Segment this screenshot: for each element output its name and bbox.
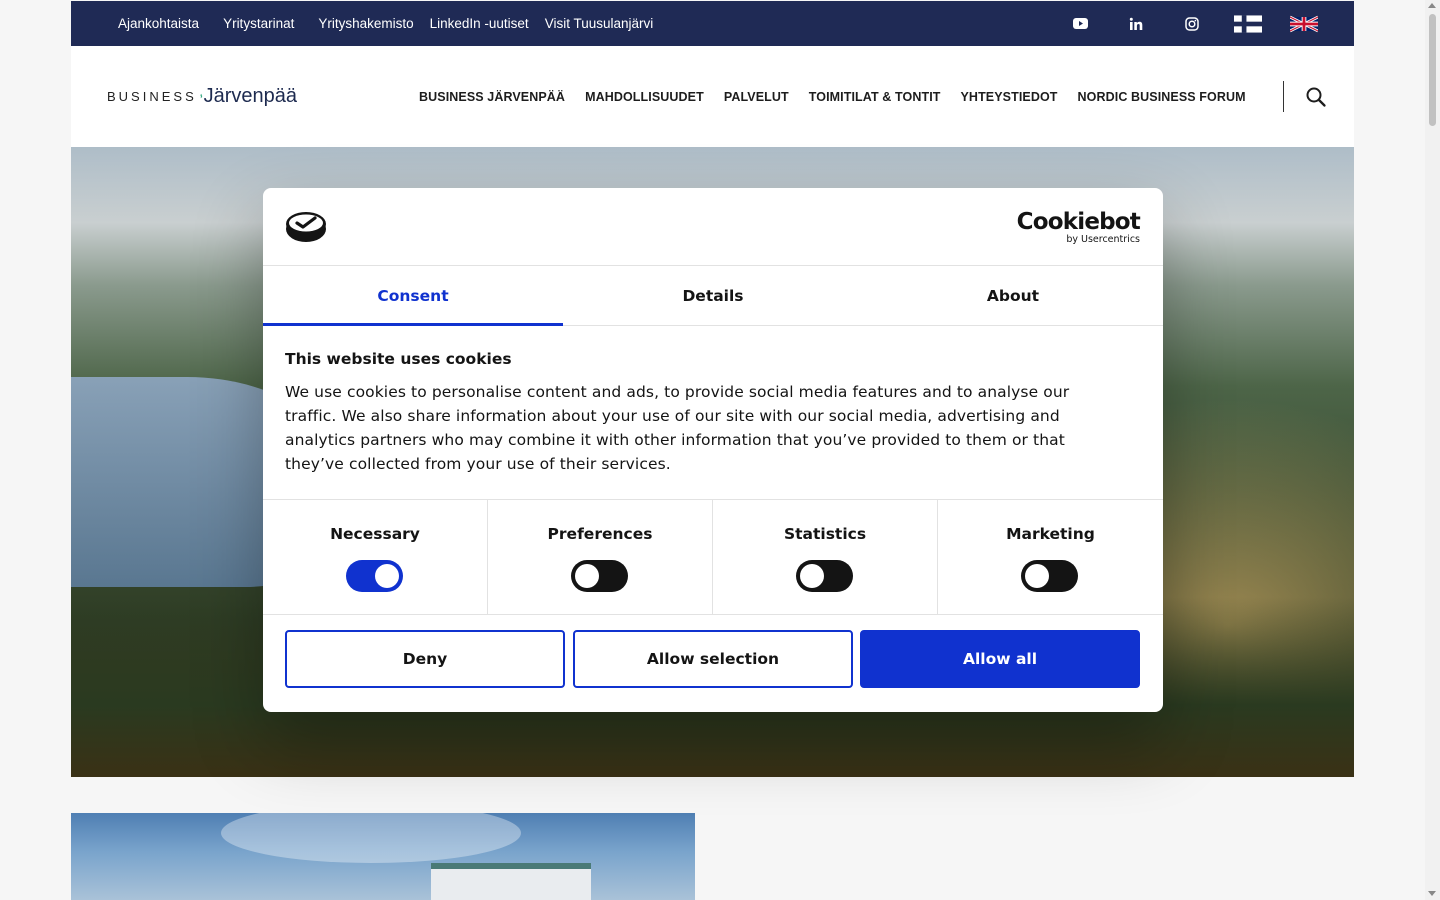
cookie-consent-dialog: Cookiebot by Usercentrics Consent Detail… [263, 188, 1163, 712]
top-link-yritystarinat[interactable]: Yritystarinat [223, 16, 294, 31]
page-scrollbar[interactable] [1425, 0, 1440, 900]
logo-city-text: Järvenpää [203, 84, 297, 107]
toggle-knob [575, 564, 599, 588]
top-utility-bar: Ajankohtaista Yritystarinat Yrityshakemi… [71, 1, 1354, 46]
top-links: Ajankohtaista Yritystarinat Yrityshakemi… [118, 1, 653, 46]
scroll-up-arrow-icon[interactable] [1428, 3, 1436, 8]
logo-business-text: BUSINESS [107, 88, 197, 104]
social-icons [1038, 1, 1318, 46]
marketing-toggle[interactable] [1021, 560, 1078, 592]
site-logo[interactable]: BUSINESS Järvenpää [107, 76, 297, 116]
nav-toimitilat-tontit[interactable]: TOIMITILAT & TONTIT [809, 90, 941, 104]
dialog-header: Cookiebot by Usercentrics [263, 188, 1163, 266]
main-navigation: BUSINESS JÄRVENPÄÄ MAHDOLLISUUDET PALVEL… [419, 46, 1266, 147]
building-photo [71, 813, 695, 900]
category-preferences: Preferences [488, 500, 713, 614]
dialog-actions: Deny Allow selection Allow all [285, 630, 1141, 688]
nav-mahdollisuudet[interactable]: MAHDOLLISUUDET [585, 90, 704, 104]
brand-subtitle: by Usercentrics [1066, 234, 1140, 245]
toggle-knob [1025, 564, 1049, 588]
category-label: Statistics [783, 525, 867, 543]
top-link-ajankohtaista[interactable]: Ajankohtaista [118, 16, 199, 31]
dialog-tabs: Consent Details About [263, 266, 1163, 326]
nav-nordic-business-forum[interactable]: NORDIC BUSINESS FORUM [1078, 90, 1246, 104]
top-link-linkedin-uutiset[interactable]: LinkedIn -uutiset [430, 16, 529, 31]
leaf-logo-icon [200, 93, 202, 99]
tab-details[interactable]: Details [563, 266, 863, 325]
category-label: Preferences [547, 525, 653, 543]
finnish-flag-icon[interactable] [1234, 10, 1262, 38]
nav-business-jarvenpaa[interactable]: BUSINESS JÄRVENPÄÄ [419, 90, 565, 104]
dialog-title: This website uses cookies [285, 350, 512, 368]
top-link-yrityshakemisto[interactable]: Yrityshakemisto [318, 16, 413, 31]
nav-yhteystiedot[interactable]: YHTEYSTIEDOT [961, 90, 1058, 104]
allow-selection-button[interactable]: Allow selection [573, 630, 853, 688]
toggle-knob [375, 564, 399, 588]
scroll-down-arrow-icon[interactable] [1428, 891, 1436, 896]
toggle-knob [800, 564, 824, 588]
instagram-icon[interactable] [1178, 10, 1206, 38]
deny-button[interactable]: Deny [285, 630, 565, 688]
brand-name: Cookiebot [1016, 209, 1141, 235]
tab-consent[interactable]: Consent [263, 266, 563, 326]
youtube-icon[interactable] [1066, 10, 1094, 38]
search-icon[interactable] [1305, 86, 1327, 108]
dialog-description: We use cookies to personalise content an… [285, 383, 1070, 473]
tab-about[interactable]: About [863, 266, 1163, 325]
header-divider [1283, 81, 1284, 112]
linkedin-icon[interactable] [1122, 10, 1150, 38]
cookiebot-mark-icon [286, 212, 326, 242]
nav-palvelut[interactable]: PALVELUT [724, 90, 789, 104]
scrollbar-thumb[interactable] [1429, 14, 1436, 126]
necessary-toggle[interactable] [346, 560, 403, 592]
category-label: Necessary [330, 525, 420, 543]
allow-all-button[interactable]: Allow all [860, 630, 1140, 688]
category-marketing: Marketing [938, 500, 1163, 614]
top-link-visit-tuusulanjarvi[interactable]: Visit Tuusulanjärvi [545, 16, 654, 31]
main-header: BUSINESS Järvenpää BUSINESS JÄRVENPÄÄ MA… [71, 46, 1354, 147]
preferences-toggle[interactable] [571, 560, 628, 592]
cookiebot-logo: Cookiebot by Usercentrics [1016, 209, 1141, 245]
category-label: Marketing [1006, 525, 1095, 543]
cookie-category-toggles: Necessary Preferences Statistics Marketi… [263, 499, 1163, 615]
category-necessary: Necessary [263, 500, 488, 614]
uk-flag-icon[interactable] [1290, 10, 1318, 38]
photo-building [431, 863, 591, 900]
statistics-toggle[interactable] [796, 560, 853, 592]
photo-cloud [221, 813, 521, 863]
category-statistics: Statistics [713, 500, 938, 614]
